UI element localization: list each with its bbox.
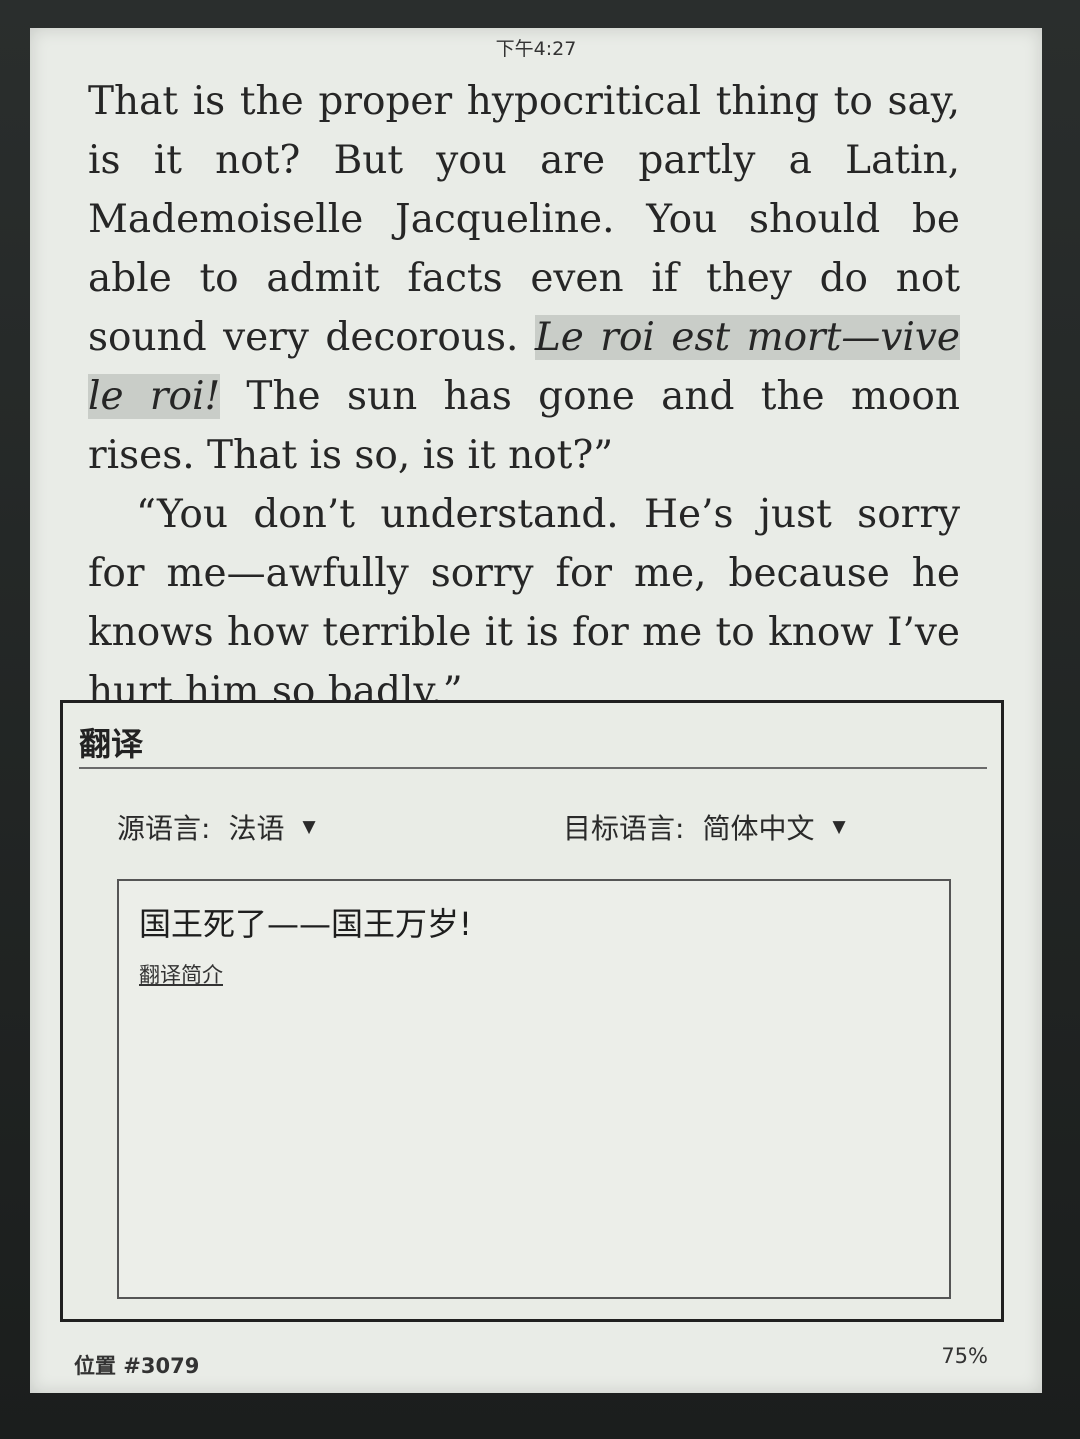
dialog-title: 翻译 — [79, 725, 144, 763]
source-language-value[interactable]: 法语 — [228, 807, 284, 847]
translation-result-box: 国王死了——国王万岁! 翻译简介 — [117, 879, 951, 1299]
target-language-label: 目标语言: — [563, 812, 685, 845]
dialog-divider — [79, 767, 987, 769]
translate-dialog: 翻译 源语言: 法语 ▼ 目标语言: 简体中文 ▼ 国王死了——国王万岁! 翻译… — [60, 700, 1004, 1322]
location-indicator[interactable]: 位置 #3079 — [74, 1350, 199, 1380]
progress-percent[interactable]: 75% — [941, 1344, 988, 1368]
source-language-label: 源语言: — [117, 812, 211, 845]
book-paragraph: That is the proper hypocritical thing to… — [88, 72, 960, 485]
source-language-selector[interactable]: 源语言: 法语 ▼ — [117, 807, 316, 847]
ereader-screen: 下午4:27 That is the proper hypocritical t… — [30, 28, 1042, 1393]
chevron-down-icon[interactable]: ▼ — [832, 817, 845, 837]
book-paragraph-2: “You don’t understand. He’s just sorry f… — [88, 492, 960, 702]
target-language-selector[interactable]: 目标语言: 简体中文 ▼ — [563, 807, 846, 847]
translation-intro-link[interactable]: 翻译简介 — [139, 959, 223, 989]
chevron-down-icon[interactable]: ▼ — [302, 817, 315, 837]
translation-result: 国王死了——国王万岁! — [139, 905, 472, 943]
status-time: 下午4:27 — [495, 38, 577, 60]
target-language-value[interactable]: 简体中文 — [702, 807, 814, 847]
book-page-text[interactable]: That is the proper hypocritical thing to… — [88, 72, 960, 702]
